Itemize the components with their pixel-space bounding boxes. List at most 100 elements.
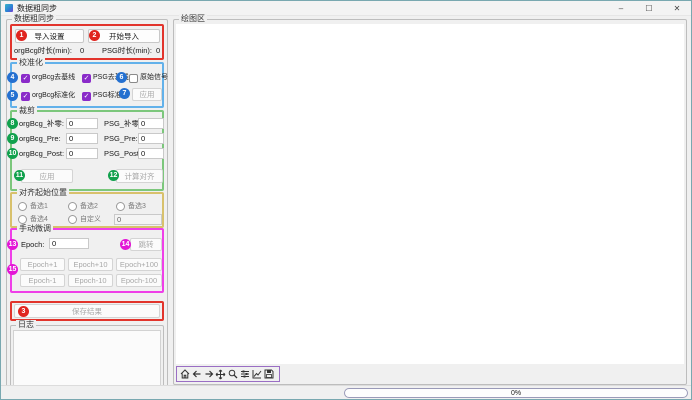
checkbox-checked-icon (21, 92, 30, 101)
badge-9: 9 (7, 133, 18, 144)
align-option-label: 自定义 (80, 214, 101, 224)
checkbox-checked-icon (82, 92, 91, 101)
badge-3: 3 (18, 306, 29, 317)
badge-5: 5 (7, 90, 18, 101)
plot-title: 绘图区 (179, 14, 207, 24)
epoch-plus-10-button[interactable]: Epoch+10 (68, 258, 113, 271)
orgbcg-standardize-checkbox[interactable]: orgBcg标准化 (21, 91, 75, 101)
calibration-section: 校准化 4 orgBcg去基线 PSG去基线 6 原始信号 5 orgBcg标准… (10, 62, 164, 108)
app-window: 数据粗同步 – ☐ ✕ 数据粗同步 1 导入设置 2 开始导入 orgBcg时长… (0, 0, 692, 400)
raw-signal-label: 原始信号 (140, 73, 168, 83)
badge-8: 8 (7, 118, 18, 129)
back-icon[interactable] (191, 368, 202, 380)
compute-align-button[interactable]: 计算对齐 (116, 169, 163, 183)
plot-canvas[interactable] (176, 24, 684, 364)
badge-7: 7 (119, 88, 130, 99)
crop-section: 裁剪 8 orgBcg_补零: PSG_补零: 9 orgBcg_Pre: PS… (10, 110, 164, 191)
minimize-icon[interactable]: – (607, 1, 635, 16)
psg-duration-value: 0 (156, 45, 160, 56)
epoch-input[interactable] (49, 238, 89, 249)
badge-10: 10 (7, 148, 18, 159)
align-option-2-radio[interactable]: 备选2 (68, 201, 98, 211)
customize-icon[interactable] (251, 368, 262, 380)
badge-14: 14 (120, 239, 131, 250)
finetune-title: 手动微调 (17, 224, 53, 234)
crop-row-label: orgBcg_Pre: (19, 133, 61, 144)
psg-zeropad-input[interactable] (138, 118, 164, 129)
log-group: 日志 (10, 325, 164, 389)
jump-button[interactable]: 跳转 (130, 238, 162, 251)
radio-icon (116, 202, 125, 211)
orgbcg-duration-label: orgBcg时长(min): (14, 45, 72, 56)
align-custom-radio[interactable]: 自定义 (68, 214, 101, 224)
psg-duration-label: PSG时长(min): (102, 45, 152, 56)
psg-pre-input[interactable] (138, 133, 164, 144)
checkbox-checked-icon (82, 74, 91, 83)
align-option-label: 备选2 (80, 201, 98, 211)
crop-row-label: PSG_补零: (104, 118, 141, 129)
pan-icon[interactable] (215, 368, 226, 380)
psg-post-input[interactable] (138, 148, 164, 159)
radio-icon (18, 215, 27, 224)
align-option-1-radio[interactable]: 备选1 (18, 201, 48, 211)
orgbcg-duration-value: 0 (80, 45, 84, 56)
maximize-icon[interactable]: ☐ (635, 1, 663, 16)
align-section: 对齐起始位置 备选1 备选2 备选3 备选4 自定义 (10, 192, 164, 228)
window-title: 数据粗同步 (17, 3, 57, 14)
epoch-label: Epoch: (21, 239, 44, 250)
badge-13: 13 (7, 239, 18, 250)
align-option-label: 备选3 (128, 201, 146, 211)
epoch-minus-1-button[interactable]: Epoch-1 (20, 274, 65, 287)
calibration-title: 校准化 (17, 58, 45, 68)
epoch-minus-10-button[interactable]: Epoch-10 (68, 274, 113, 287)
align-option-label: 备选4 (30, 214, 48, 224)
align-custom-input[interactable] (114, 214, 162, 225)
save-section: 3 保存结果 (10, 301, 164, 321)
badge-15: 15 (7, 264, 18, 275)
calibration-apply-button[interactable]: 应用 (132, 88, 162, 101)
epoch-plus-100-button[interactable]: Epoch+100 (116, 258, 162, 271)
checkbox-unchecked-icon (129, 74, 138, 83)
zoom-icon[interactable] (227, 368, 238, 380)
epoch-minus-100-button[interactable]: Epoch-100 (116, 274, 162, 287)
save-icon[interactable] (263, 368, 274, 380)
orgbcg-detrend-label: orgBcg去基线 (32, 73, 75, 83)
badge-1: 1 (16, 30, 27, 41)
radio-icon (68, 202, 77, 211)
raw-signal-checkbox[interactable]: 原始信号 (129, 73, 168, 83)
orgbcg-post-input[interactable] (66, 148, 98, 159)
forward-icon[interactable] (203, 368, 214, 380)
badge-6: 6 (116, 72, 127, 83)
log-title: 日志 (16, 320, 36, 330)
badge-4: 4 (7, 72, 18, 83)
app-icon (5, 4, 13, 12)
plot-toolbar (176, 366, 280, 382)
radio-icon (18, 202, 27, 211)
badge-2: 2 (89, 30, 100, 41)
orgbcg-pre-input[interactable] (66, 133, 98, 144)
progress-bar: 0% (344, 388, 688, 398)
epoch-plus-1-button[interactable]: Epoch+1 (20, 258, 65, 271)
orgbcg-standardize-label: orgBcg标准化 (32, 91, 75, 101)
radio-icon (68, 215, 77, 224)
orgbcg-zeropad-input[interactable] (66, 118, 98, 129)
align-option-label: 备选1 (30, 201, 48, 211)
crop-apply-button[interactable]: 应用 (21, 169, 73, 183)
align-option-3-radio[interactable]: 备选3 (116, 201, 146, 211)
crop-row-label: orgBcg_补零: (19, 118, 64, 129)
status-bar: 0% (1, 385, 691, 399)
save-results-button[interactable]: 保存结果 (14, 304, 160, 318)
left-panel-title: 数据粗同步 (12, 14, 56, 24)
orgbcg-detrend-checkbox[interactable]: orgBcg去基线 (21, 73, 75, 83)
title-bar: 数据粗同步 – ☐ ✕ (1, 1, 691, 16)
left-panel-group: 数据粗同步 1 导入设置 2 开始导入 orgBcg时长(min): 0 PSG… (6, 19, 168, 391)
close-icon[interactable]: ✕ (663, 1, 691, 16)
home-icon[interactable] (179, 368, 190, 380)
badge-12: 12 (108, 170, 119, 181)
subplots-icon[interactable] (239, 368, 250, 380)
crop-row-label: PSG_Post: (104, 148, 141, 159)
align-option-4-radio[interactable]: 备选4 (18, 214, 48, 224)
log-textarea[interactable] (13, 330, 161, 386)
finetune-section: 手动微调 13 Epoch: 14 跳转 15 Epoch+1 Epoch+10… (10, 228, 164, 293)
crop-row-label: orgBcg_Post: (19, 148, 64, 159)
